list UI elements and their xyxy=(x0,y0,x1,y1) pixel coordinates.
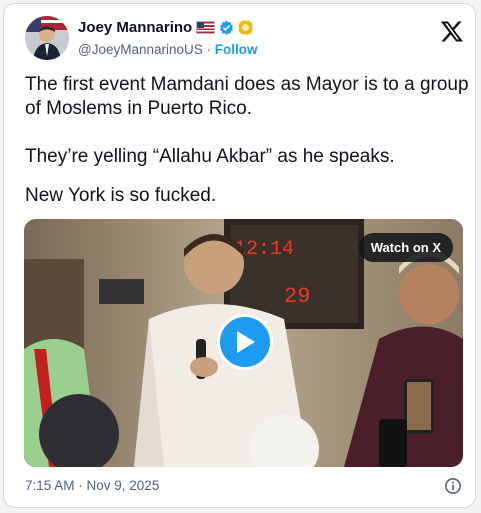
tweet-line: of Moslems in Puerto Rico. xyxy=(25,98,253,119)
info-icon[interactable] xyxy=(444,477,462,495)
play-button[interactable] xyxy=(217,314,273,370)
x-logo-icon[interactable] xyxy=(440,19,464,43)
video-player[interactable]: 12:14 29 Watch on X xyxy=(24,219,463,467)
handle-row: @JoeyMannarinoUS · Follow xyxy=(78,42,258,57)
watch-on-x-button[interactable]: Watch on X xyxy=(358,233,453,262)
avatar[interactable] xyxy=(25,16,69,60)
tweet-line: They’re yelling “Allahu Akbar” as he spe… xyxy=(25,146,395,167)
us-flag-icon xyxy=(196,21,216,34)
separator: · xyxy=(206,42,212,57)
author-name[interactable]: Joey Mannarino xyxy=(78,19,192,36)
clock-digits: 29 xyxy=(284,284,310,309)
play-icon xyxy=(237,331,255,353)
tweet-card[interactable]: Joey Mannarino @JoeyMannarinoUS · Follow… xyxy=(3,3,476,508)
author-handle[interactable]: @JoeyMannarinoUS xyxy=(78,42,203,57)
follow-button[interactable]: Follow xyxy=(215,42,258,57)
timestamp[interactable]: 7:15 AM · Nov 9, 2025 xyxy=(25,478,159,493)
gold-badge-icon xyxy=(238,20,253,35)
verified-badge-icon xyxy=(220,20,234,35)
avatar-image xyxy=(25,16,69,60)
tweet-line: The first event Mamdani does as Mayor is… xyxy=(25,74,469,95)
tweet-line: New York is so fucked. xyxy=(25,185,217,206)
author-name-row: Joey Mannarino xyxy=(78,19,253,36)
